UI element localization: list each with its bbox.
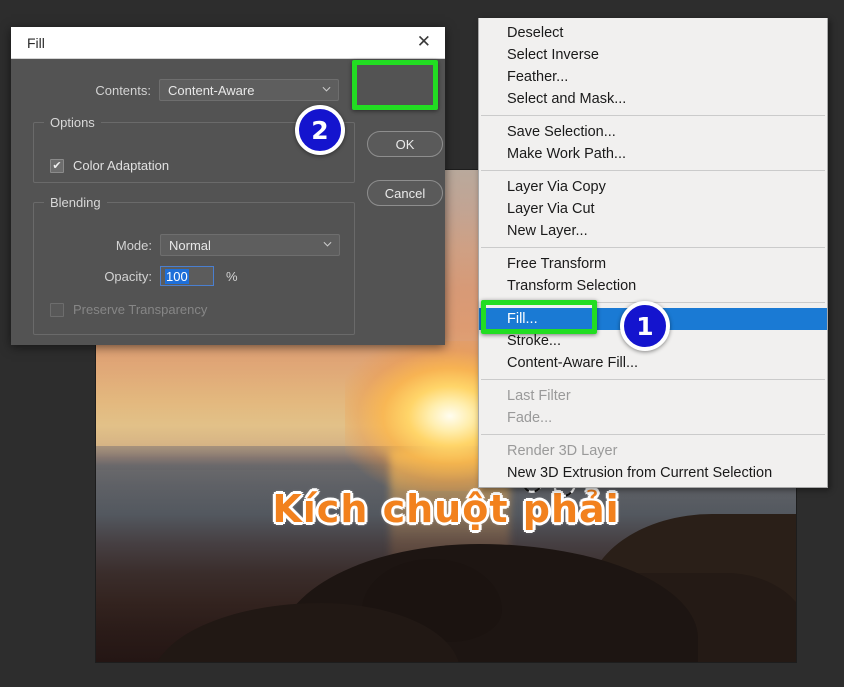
- chevron-down-icon: [322, 85, 331, 94]
- cancel-button[interactable]: Cancel: [367, 180, 443, 206]
- step-badge-1: 1: [620, 301, 670, 351]
- ok-button[interactable]: OK: [367, 131, 443, 157]
- menu-item-new-3d-extrusion[interactable]: New 3D Extrusion from Current Selection: [479, 462, 827, 484]
- menu-item-deselect[interactable]: Deselect: [479, 22, 827, 44]
- contents-row: Contents: Content-Aware: [11, 79, 445, 101]
- mode-row: Mode: Normal: [34, 234, 354, 256]
- menu-group: Last Filter Fade...: [479, 385, 827, 429]
- menu-item-save-selection[interactable]: Save Selection...: [479, 121, 827, 143]
- menu-item-content-aware-fill[interactable]: Content-Aware Fill...: [479, 352, 827, 374]
- opacity-percent-symbol: %: [226, 269, 238, 284]
- menu-item-last-filter: Last Filter: [479, 385, 827, 407]
- contents-label: Contents:: [11, 83, 159, 98]
- menu-group: Free Transform Transform Selection: [479, 253, 827, 297]
- menu-item-layer-via-copy[interactable]: Layer Via Copy: [479, 176, 827, 198]
- mode-label: Mode:: [34, 238, 160, 253]
- opacity-label: Opacity:: [34, 269, 160, 284]
- mode-select-value: Normal: [169, 238, 211, 253]
- screenshot-root: Kích chuột phải Fill ✕ Contents: Content…: [0, 0, 844, 687]
- opacity-row: Opacity: 100 %: [34, 266, 354, 286]
- contents-select-value: Content-Aware: [168, 83, 254, 98]
- menu-item-feather[interactable]: Feather...: [479, 66, 827, 88]
- menu-group: Layer Via Copy Layer Via Cut New Layer..…: [479, 176, 827, 242]
- mode-select[interactable]: Normal: [160, 234, 340, 256]
- options-legend: Options: [44, 115, 101, 130]
- color-adaptation-row[interactable]: ✔ Color Adaptation: [50, 158, 169, 173]
- menu-item-fade: Fade...: [479, 407, 827, 429]
- menu-separator: [481, 115, 825, 116]
- menu-group: Deselect Select Inverse Feather... Selec…: [479, 22, 827, 110]
- close-icon[interactable]: ✕: [413, 32, 435, 53]
- menu-separator: [481, 379, 825, 380]
- menu-item-free-transform[interactable]: Free Transform: [479, 253, 827, 275]
- blending-group: Blending Mode: Normal Opacity:: [33, 195, 355, 335]
- menu-group: Render 3D Layer New 3D Extrusion from Cu…: [479, 440, 827, 484]
- menu-item-select-inverse[interactable]: Select Inverse: [479, 44, 827, 66]
- menu-item-render-3d-layer: Render 3D Layer: [479, 440, 827, 462]
- fill-dialog[interactable]: Fill ✕ Contents: Content-Aware Options: [11, 27, 445, 345]
- menu-separator: [481, 247, 825, 248]
- color-adaptation-checkbox[interactable]: ✔: [50, 159, 64, 173]
- preserve-transparency-row: Preserve Transparency: [50, 302, 207, 317]
- menu-item-layer-via-cut[interactable]: Layer Via Cut: [479, 198, 827, 220]
- menu-item-make-work-path[interactable]: Make Work Path...: [479, 143, 827, 165]
- fill-dialog-body: Contents: Content-Aware Options ✔ Color …: [11, 59, 445, 345]
- contents-select[interactable]: Content-Aware: [159, 79, 339, 101]
- color-adaptation-label: Color Adaptation: [73, 158, 169, 173]
- menu-separator: [481, 434, 825, 435]
- fill-dialog-title: Fill: [27, 35, 45, 51]
- step-badge-2: 2: [295, 105, 345, 155]
- preserve-transparency-checkbox: [50, 303, 64, 317]
- menu-separator: [481, 170, 825, 171]
- chevron-down-icon: [323, 240, 332, 249]
- menu-item-select-and-mask[interactable]: Select and Mask...: [479, 88, 827, 110]
- preserve-transparency-label: Preserve Transparency: [73, 302, 207, 317]
- opacity-input[interactable]: 100: [160, 266, 214, 286]
- fill-dialog-titlebar: Fill ✕: [11, 27, 445, 59]
- menu-item-new-layer[interactable]: New Layer...: [479, 220, 827, 242]
- context-menu[interactable]: Deselect Select Inverse Feather... Selec…: [478, 18, 828, 488]
- menu-item-transform-selection[interactable]: Transform Selection: [479, 275, 827, 297]
- overlay-caption-text: Kích chuột phải: [272, 487, 619, 531]
- opacity-input-value: 100: [165, 269, 189, 284]
- menu-group: Save Selection... Make Work Path...: [479, 121, 827, 165]
- blending-legend: Blending: [44, 195, 107, 210]
